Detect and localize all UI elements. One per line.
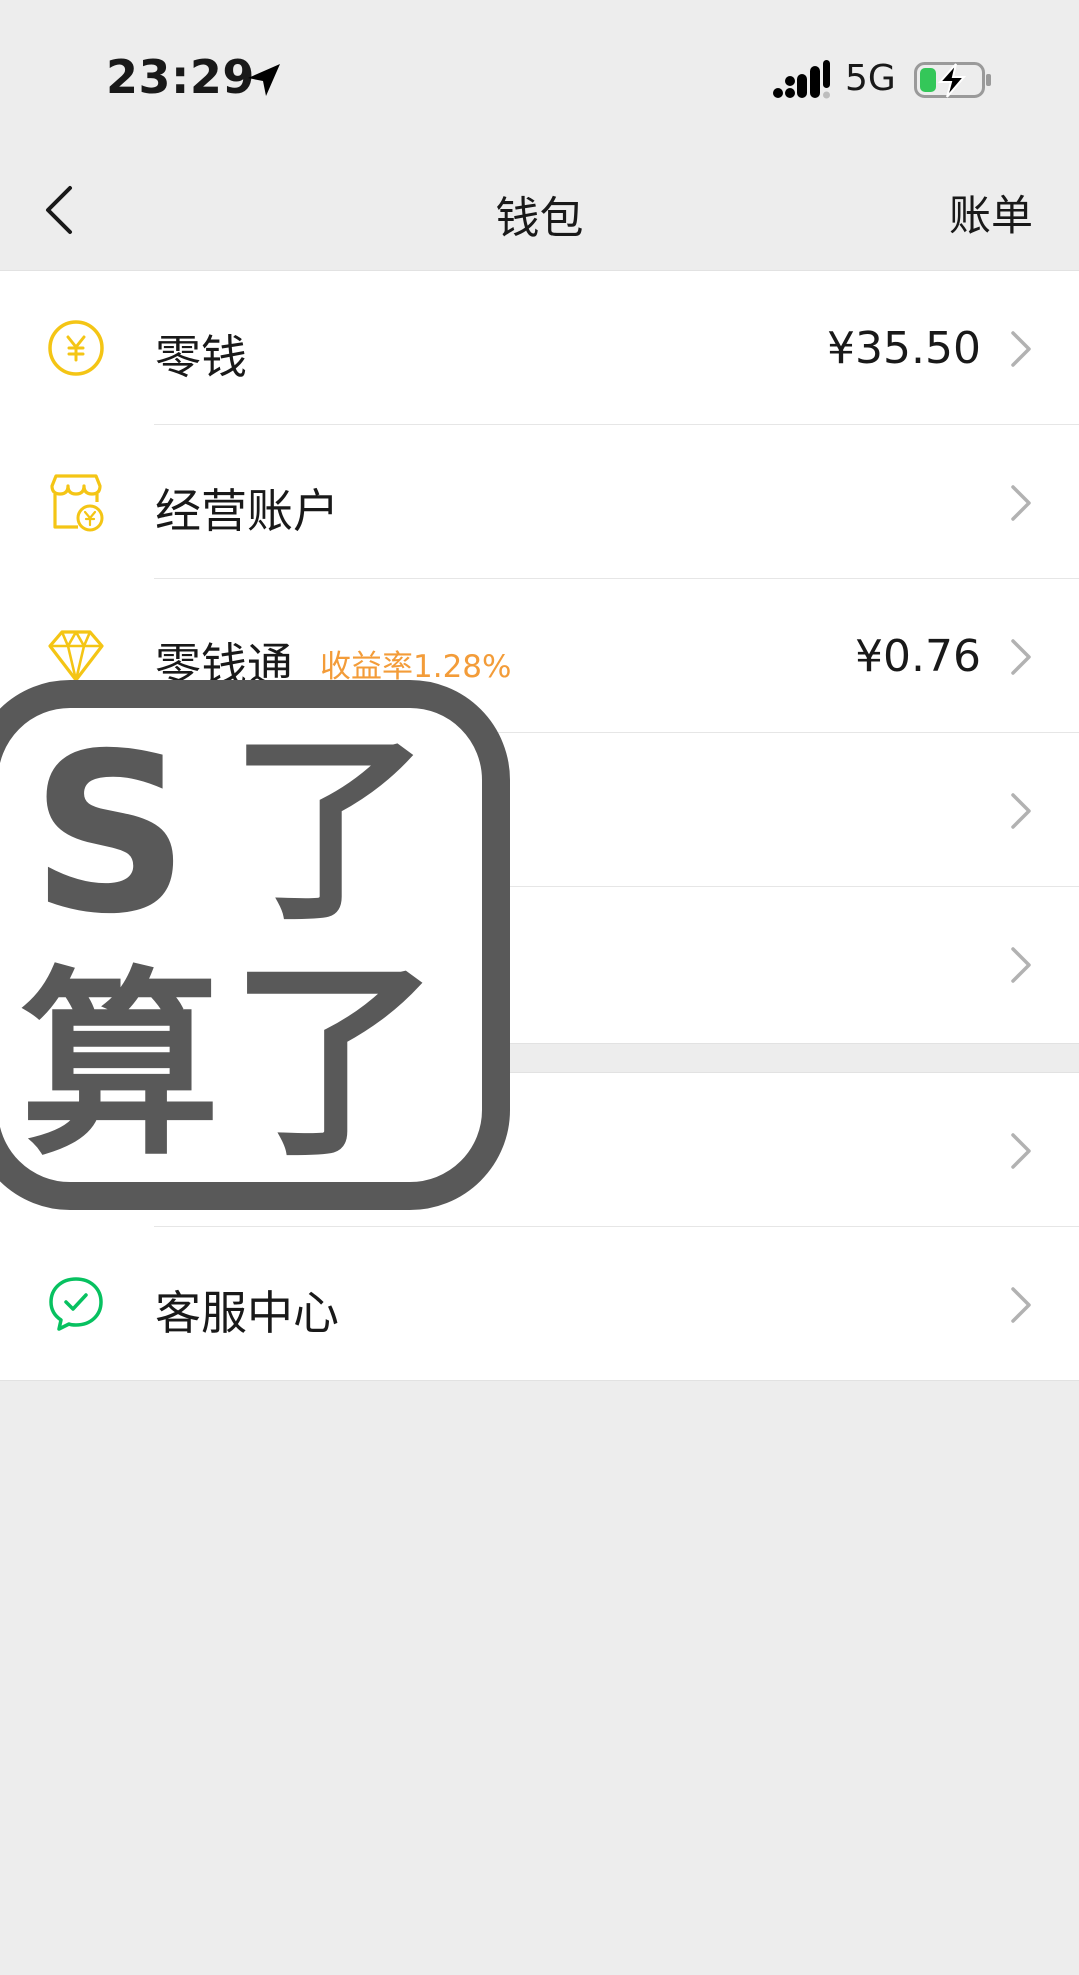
row-label: 客服中心 — [155, 1286, 339, 1340]
balance-value: ¥0.76 — [855, 631, 981, 682]
sticker-text-4: 了 — [230, 940, 440, 1185]
row-label: 零钱 — [155, 330, 247, 384]
bills-button[interactable]: 账单 — [949, 182, 1033, 243]
status-time: 23:29 — [106, 50, 255, 104]
battery-charging-icon — [914, 62, 991, 98]
customer-service-chat-icon — [49, 1277, 103, 1331]
network-type: 5G — [845, 58, 896, 99]
store-account-icon — [50, 474, 104, 532]
balance-value: ¥35.50 — [827, 323, 981, 374]
page-title: 钱包 — [495, 193, 584, 244]
chevron-right-icon — [1011, 1287, 1031, 1323]
status-bar: 23:29 5G — [0, 0, 1079, 150]
sticker-text-3: 算 — [20, 950, 220, 1183]
wallet-screen: 23:29 5G 钱包 账单 零钱 ¥35.50 经营账户 零钱通 收益率1.2… — [0, 0, 1079, 1975]
sticker-text-1: S — [31, 706, 189, 962]
sticker-overlay: S 了 算 了 — [0, 680, 510, 1210]
chevron-right-icon — [1011, 331, 1031, 367]
chevron-right-icon — [1011, 947, 1031, 983]
chevron-right-icon — [1011, 485, 1031, 521]
location-arrow-icon — [248, 64, 280, 96]
chevron-right-icon — [1011, 793, 1031, 829]
cellular-signal-icon — [773, 60, 830, 99]
sticker-text-2: 了 — [230, 715, 430, 948]
chevron-right-icon — [1011, 639, 1031, 675]
row-label: 经营账户 — [155, 484, 339, 538]
navigation-bar: 钱包 账单 — [0, 150, 1079, 270]
service-row-customer-service[interactable]: 客服中心 — [0, 1227, 1079, 1381]
chevron-right-icon — [1011, 1133, 1031, 1169]
yuan-coin-icon — [48, 320, 104, 376]
diamond-icon — [48, 630, 104, 682]
wallet-row-change[interactable]: 零钱 ¥35.50 — [0, 271, 1079, 425]
wallet-row-business-account[interactable]: 经营账户 — [0, 425, 1079, 579]
